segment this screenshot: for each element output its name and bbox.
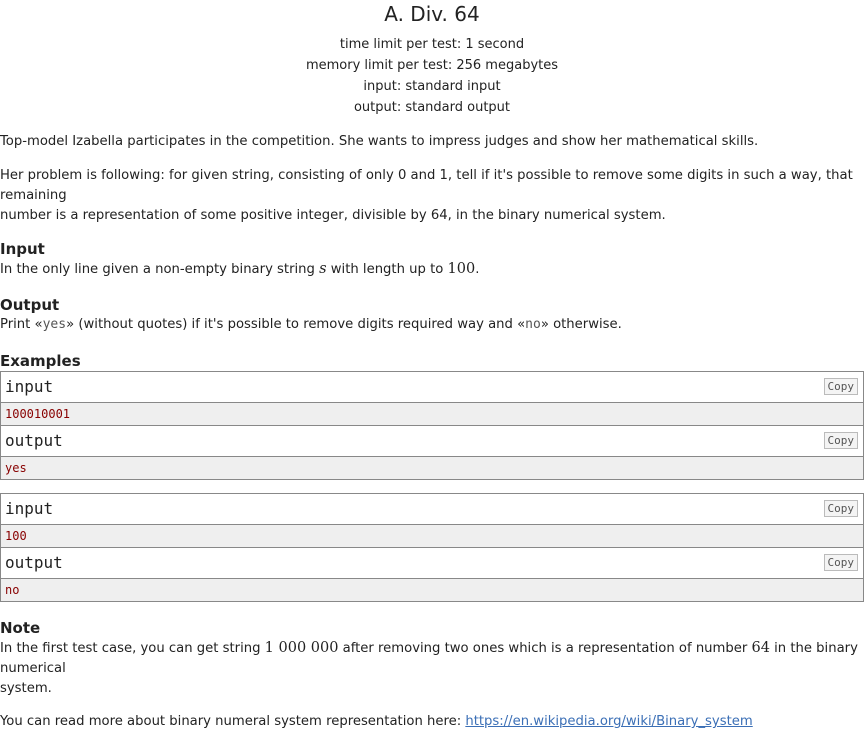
example-test-1: input Copy 100010001 output Copy yes <box>0 371 864 480</box>
input-text-b: with length up to <box>326 262 448 277</box>
copy-button[interactable]: Copy <box>823 432 858 449</box>
note-text: In the first test case, you can get stri… <box>0 638 864 699</box>
example-1-input-label: input <box>5 377 54 396</box>
example-2-output-header: output Copy <box>1 548 863 579</box>
problem-title: A. Div. 64 <box>384 2 480 26</box>
input-text-a: In the only line given a non-empty binar… <box>0 262 320 277</box>
copy-button[interactable]: Copy <box>823 500 858 517</box>
input-text-c: . <box>475 262 480 277</box>
examples-title: Examples <box>0 352 81 370</box>
output-text-a: Print « <box>0 317 43 332</box>
example-1-input-data: 100010001 <box>1 403 863 426</box>
example-2-output-label: output <box>5 553 63 572</box>
example-1-input-header: input Copy <box>1 372 863 403</box>
note-math-string: 1 000 000 <box>264 640 339 656</box>
binary-system-link[interactable]: https://en.wikipedia.org/wiki/Binary_sys… <box>465 714 752 729</box>
output-section-title: Output <box>0 296 60 314</box>
example-2-input-data: 100 <box>1 525 863 548</box>
no-token: no <box>525 317 541 332</box>
statement-line-2: number is a representation of some posit… <box>0 208 666 223</box>
example-1-output-label: output <box>5 431 63 450</box>
memory-limit: memory limit per test: 256 megabytes <box>305 58 559 73</box>
example-1-output-header: output Copy <box>1 426 863 457</box>
statement-paragraph-2: Her problem is following: for given stri… <box>0 166 864 226</box>
example-2-input-label: input <box>5 499 54 518</box>
copy-button[interactable]: Copy <box>823 554 858 571</box>
note-text-line2: system. <box>0 681 52 696</box>
input-file: input: standard input <box>363 79 501 94</box>
yes-token: yes <box>42 317 67 332</box>
example-1-output-data: yes <box>1 457 863 479</box>
note-link-prefix: You can read more about binary numeral s… <box>0 714 466 729</box>
note-link-paragraph: You can read more about binary numeral s… <box>0 712 864 732</box>
copy-button[interactable]: Copy <box>823 378 858 395</box>
note-number-64: 64 <box>751 640 770 656</box>
number-100: 100 <box>447 261 476 277</box>
output-section-text: Print «yes» (without quotes) if it's pos… <box>0 315 864 335</box>
example-2-input-value: 100 <box>5 529 27 543</box>
example-1-input-value: 100010001 <box>5 407 71 421</box>
problem-header: A. Div. 64 time limit per test: 1 second… <box>0 0 864 118</box>
statement-line-1: Her problem is following: for given stri… <box>0 168 853 203</box>
example-2-output-data: no <box>1 579 863 601</box>
example-test-2: input Copy 100 output Copy no <box>0 493 864 602</box>
input-section-text: In the only line given a non-empty binar… <box>0 259 864 280</box>
output-file: output: standard output <box>353 100 511 115</box>
output-text-c: » otherwise. <box>540 317 622 332</box>
time-limit: time limit per test: 1 second <box>339 37 525 52</box>
variable-s: s <box>319 261 327 277</box>
example-1-output-value: yes <box>5 461 27 475</box>
example-2-output-value: no <box>5 583 20 597</box>
input-section-title: Input <box>0 240 45 258</box>
note-text-b: after removing two ones which is a repre… <box>338 641 752 656</box>
statement-paragraph-1: Top-model Izabella participates in the c… <box>0 134 759 149</box>
note-title: Note <box>0 619 41 637</box>
output-text-b: » (without quotes) if it's possible to r… <box>66 317 526 332</box>
note-text-a: In the first test case, you can get stri… <box>0 641 265 656</box>
example-2-input-header: input Copy <box>1 494 863 525</box>
